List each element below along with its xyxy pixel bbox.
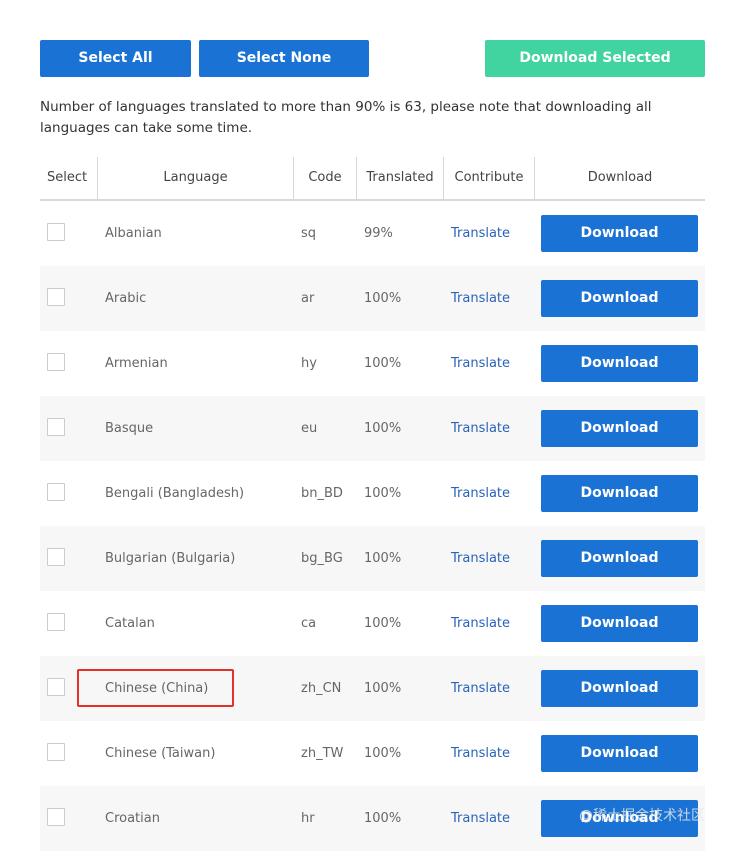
table-row: Chinese (China) zh_CN 100% Translate Downloa… [40, 656, 705, 721]
translated-percent: 100% [364, 356, 402, 371]
header-contribute: Contribute [454, 170, 524, 185]
info-note: Number of languages translated to more t… [40, 99, 652, 136]
translate-link[interactable]: Translate [451, 786, 510, 851]
select-checkbox[interactable] [47, 808, 65, 826]
download-button[interactable]: Download [541, 345, 698, 382]
header-translated: Translated [366, 170, 434, 185]
translate-link[interactable]: Translate [451, 461, 510, 526]
language-name: Arabic [105, 291, 147, 306]
language-code: ar [301, 291, 315, 306]
translate-link[interactable]: Translate [451, 396, 510, 461]
translated-percent: 100% [364, 291, 402, 306]
select-checkbox[interactable] [47, 353, 65, 371]
select-checkbox[interactable] [47, 418, 65, 436]
translated-percent: 100% [364, 681, 402, 696]
download-button[interactable]: Download [541, 605, 698, 642]
download-button[interactable]: Download [541, 540, 698, 577]
language-code: ca [301, 616, 317, 631]
translate-link[interactable]: Translate [451, 591, 510, 656]
table-row: Armenian hy 100% Translate Download [40, 331, 705, 396]
translate-link[interactable]: Translate [451, 656, 510, 721]
header-language: Language [163, 170, 228, 185]
translate-link[interactable]: Translate [451, 331, 510, 396]
language-code: bn_BD [301, 486, 343, 501]
language-code: bg_BG [301, 551, 343, 566]
header-select: Select [47, 170, 88, 185]
language-name: Bengali (Bangladesh) [105, 486, 245, 501]
translate-link[interactable]: Translate [451, 721, 510, 786]
translated-percent: 100% [364, 421, 402, 436]
select-checkbox[interactable] [47, 678, 65, 696]
table-row: Croatian hr 100% Translate Download [40, 786, 705, 851]
download-selected-button[interactable]: Download Selected [485, 40, 705, 77]
table-row: Albanian sq 99% Translate Download [40, 201, 705, 266]
select-checkbox[interactable] [47, 743, 65, 761]
table-body: Albanian sq 99% Translate Download Arabic ar 10… [40, 201, 705, 851]
table-row: Catalan ca 100% Translate Download [40, 591, 705, 656]
select-checkbox[interactable] [47, 223, 65, 241]
translated-percent: 100% [364, 486, 402, 501]
language-name: Armenian [105, 356, 168, 371]
select-checkbox[interactable] [47, 288, 65, 306]
translate-link[interactable]: Translate [451, 526, 510, 591]
translate-link[interactable]: Translate [451, 201, 510, 266]
language-name: Albanian [105, 226, 162, 241]
languages-table: Select Language Code Translated Contribu… [40, 157, 705, 851]
translated-percent: 99% [364, 226, 393, 241]
language-name: Chinese (Taiwan) [105, 746, 216, 761]
language-name: Chinese (China) [105, 681, 209, 696]
toolbar: Select All Select None Download Selected [40, 40, 705, 77]
translated-percent: 100% [364, 551, 402, 566]
select-checkbox[interactable] [47, 548, 65, 566]
download-button[interactable]: Download [541, 670, 698, 707]
language-name: Catalan [105, 616, 155, 631]
download-button[interactable]: Download [541, 410, 698, 447]
translated-percent: 100% [364, 746, 402, 761]
translated-percent: 100% [364, 616, 402, 631]
table-row: Basque eu 100% Translate Download [40, 396, 705, 461]
language-code: hy [301, 356, 317, 371]
translated-percent: 100% [364, 811, 402, 826]
language-code: sq [301, 226, 317, 241]
translate-link[interactable]: Translate [451, 266, 510, 331]
download-button[interactable]: Download [541, 735, 698, 772]
download-button[interactable]: Download [541, 800, 698, 837]
language-name: Bulgarian (Bulgaria) [105, 551, 236, 566]
language-code: eu [301, 421, 318, 436]
table-header: Select Language Code Translated Contribu… [40, 157, 705, 201]
language-code: hr [301, 811, 315, 826]
select-checkbox[interactable] [47, 483, 65, 501]
language-name: Basque [105, 421, 154, 436]
header-download: Download [587, 170, 653, 185]
download-button[interactable]: Download [541, 215, 698, 252]
download-button[interactable]: Download [541, 475, 698, 512]
select-checkbox[interactable] [47, 613, 65, 631]
language-name: Croatian [105, 811, 160, 826]
language-code: zh_TW [301, 746, 344, 761]
header-code: Code [308, 170, 342, 185]
table-row: Chinese (Taiwan) zh_TW 100% Translate Downlo… [40, 721, 705, 786]
table-row: Arabic ar 100% Translate Download [40, 266, 705, 331]
download-button[interactable]: Download [541, 280, 698, 317]
table-row: Bengali (Bangladesh) bn_BD 100% Translate Do… [40, 461, 705, 526]
language-code: zh_CN [301, 681, 342, 696]
select-none-button[interactable]: Select None [199, 40, 369, 77]
table-row: Bulgarian (Bulgaria) bg_BG 100% Translate Do… [40, 526, 705, 591]
select-all-button[interactable]: Select All [40, 40, 191, 77]
